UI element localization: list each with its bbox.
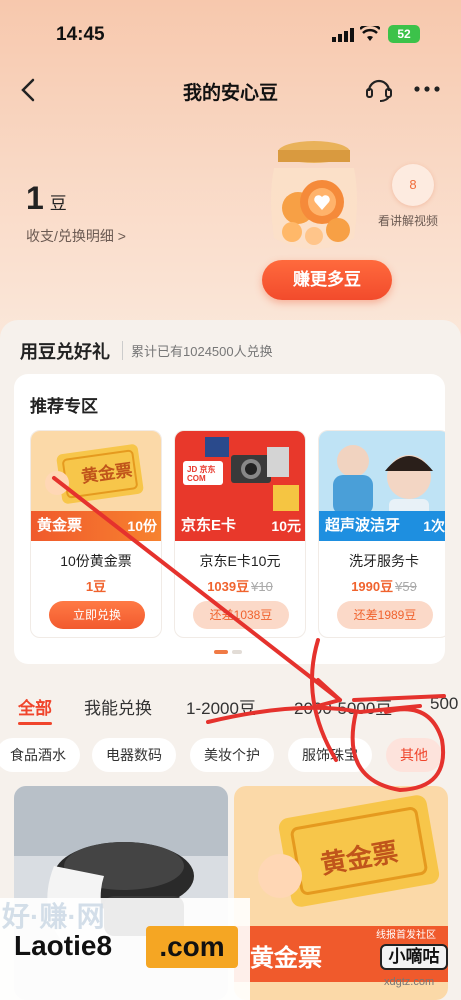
video-count-badge[interactable]: 8 — [392, 164, 434, 206]
cellular-signal-icon — [332, 28, 354, 42]
product-price: 1豆 — [31, 576, 161, 595]
product-tag: 黄金票 10份 — [31, 511, 161, 541]
price-value: 1039豆 — [207, 579, 250, 594]
product-price: 1039豆 ¥10 — [175, 576, 305, 595]
recommend-title: 推荐专区 — [30, 397, 98, 416]
redeem-button[interactable]: 立即兑换 — [49, 601, 145, 629]
insufficient-button[interactable]: 还差1038豆 — [193, 601, 289, 629]
product-name: 洗牙服务卡 — [349, 553, 419, 569]
tab-5000-plus[interactable]: 500 — [430, 694, 458, 714]
wifi-icon — [360, 26, 380, 41]
insufficient-button[interactable]: 还差1989豆 — [337, 601, 433, 629]
product-tag-count: 10份 — [127, 518, 157, 534]
watermark-laotie-text: Laotie8 — [14, 930, 113, 961]
recommend-panel: 推荐专区 黄金票 黄金票 10份 10份黄金票 1豆 立即兑换 JD 京东 CO… — [14, 374, 445, 664]
product-name: 10份黄金票 — [60, 553, 132, 569]
price-value: 1990豆 — [351, 579, 394, 594]
battery-indicator: 52 — [388, 25, 420, 43]
svg-text:好·赚·网: 好·赚·网 — [1, 901, 105, 932]
watermark-xd-top: 线报首发社区 — [376, 930, 436, 941]
product-tag-count: 1次 — [423, 518, 445, 534]
nav-bar: 我的安心豆 — [0, 70, 461, 110]
carousel-indicator — [214, 650, 242, 654]
earn-more-button[interactable]: 赚更多豆 — [262, 260, 392, 300]
chip-other[interactable]: 其他 — [386, 738, 442, 772]
product-card-jd-ecard[interactable]: JD 京东 COM 京东E卡 10元 京东E卡10元 1039豆 ¥10 还差10… — [174, 430, 306, 638]
original-price: ¥59 — [395, 579, 417, 594]
bean-balance: 1豆 — [26, 180, 67, 217]
product-card-teeth-cleaning[interactable]: 超声波洁牙 1次 洗牙服务卡 1990豆 ¥59 还差1989豆 — [318, 430, 445, 638]
active-tab-underline — [18, 722, 52, 725]
product-price: 1990豆 ¥59 — [319, 576, 445, 595]
product-tag-count: 10元 — [271, 518, 301, 534]
jd-logo: JD 京东 COM — [187, 465, 216, 483]
status-time: 14:45 — [56, 24, 105, 45]
price-value: 1豆 — [85, 579, 107, 594]
tab-all[interactable]: 全部 — [18, 694, 52, 719]
transaction-detail-link[interactable]: 收支/兑换明细 > — [26, 226, 126, 246]
product-tag: 超声波洁牙 1次 — [319, 511, 445, 541]
watermark-laotie8: Laotie8 — [14, 930, 112, 962]
chip-food-drinks[interactable]: 食品酒水 — [0, 738, 80, 772]
tab-can-redeem[interactable]: 我能兑换 — [84, 694, 152, 719]
video-label[interactable]: 看讲解视频 — [378, 212, 438, 229]
tab-1-2000[interactable]: 1-2000豆 — [186, 694, 256, 719]
product-name: 京东E卡10元 — [199, 553, 281, 569]
grid-tag-label: 黄金票 — [250, 945, 322, 972]
watermark-xd-logo: 小嘀咕 — [380, 944, 448, 970]
product-tag-label: 京东E卡 — [181, 517, 237, 534]
filter-tabs: 全部 我能兑换 1-2000豆 2000-5000豆 500 — [0, 694, 461, 725]
bean-jar-illustration — [271, 141, 357, 249]
product-tag-label: 超声波洁牙 — [325, 517, 401, 534]
section-title: 用豆兑好礼 — [20, 342, 110, 362]
more-options-icon[interactable] — [410, 74, 444, 104]
product-card-gold-ticket[interactable]: 黄金票 黄金票 10份 10份黄金票 1豆 立即兑换 — [30, 430, 162, 638]
chip-clothing-jewelry[interactable]: 服饰珠宝 — [288, 738, 372, 772]
balance-value: 1 — [26, 180, 44, 216]
chip-beauty[interactable]: 美妆个护 — [190, 738, 274, 772]
status-bar: 14:45 52 — [0, 22, 461, 52]
chip-electronics[interactable]: 电器数码 — [92, 738, 176, 772]
product-tag-label: 黄金票 — [37, 517, 83, 534]
watermark-xd-url: xdgtz.com — [384, 976, 435, 988]
product-tag: 京东E卡 10元 — [175, 511, 305, 541]
original-price: ¥10 — [251, 579, 273, 594]
tab-2000-5000[interactable]: 2000-5000豆 — [294, 694, 392, 719]
category-chips: 食品酒水 电器数码 美妆个护 服饰珠宝 其他 — [0, 738, 461, 772]
balance-unit: 豆 — [49, 194, 67, 213]
section-subtitle: 累计已有1024500人兑换 — [122, 341, 273, 360]
watermark-com-box: .com — [146, 926, 238, 968]
customer-service-icon[interactable] — [364, 74, 394, 104]
